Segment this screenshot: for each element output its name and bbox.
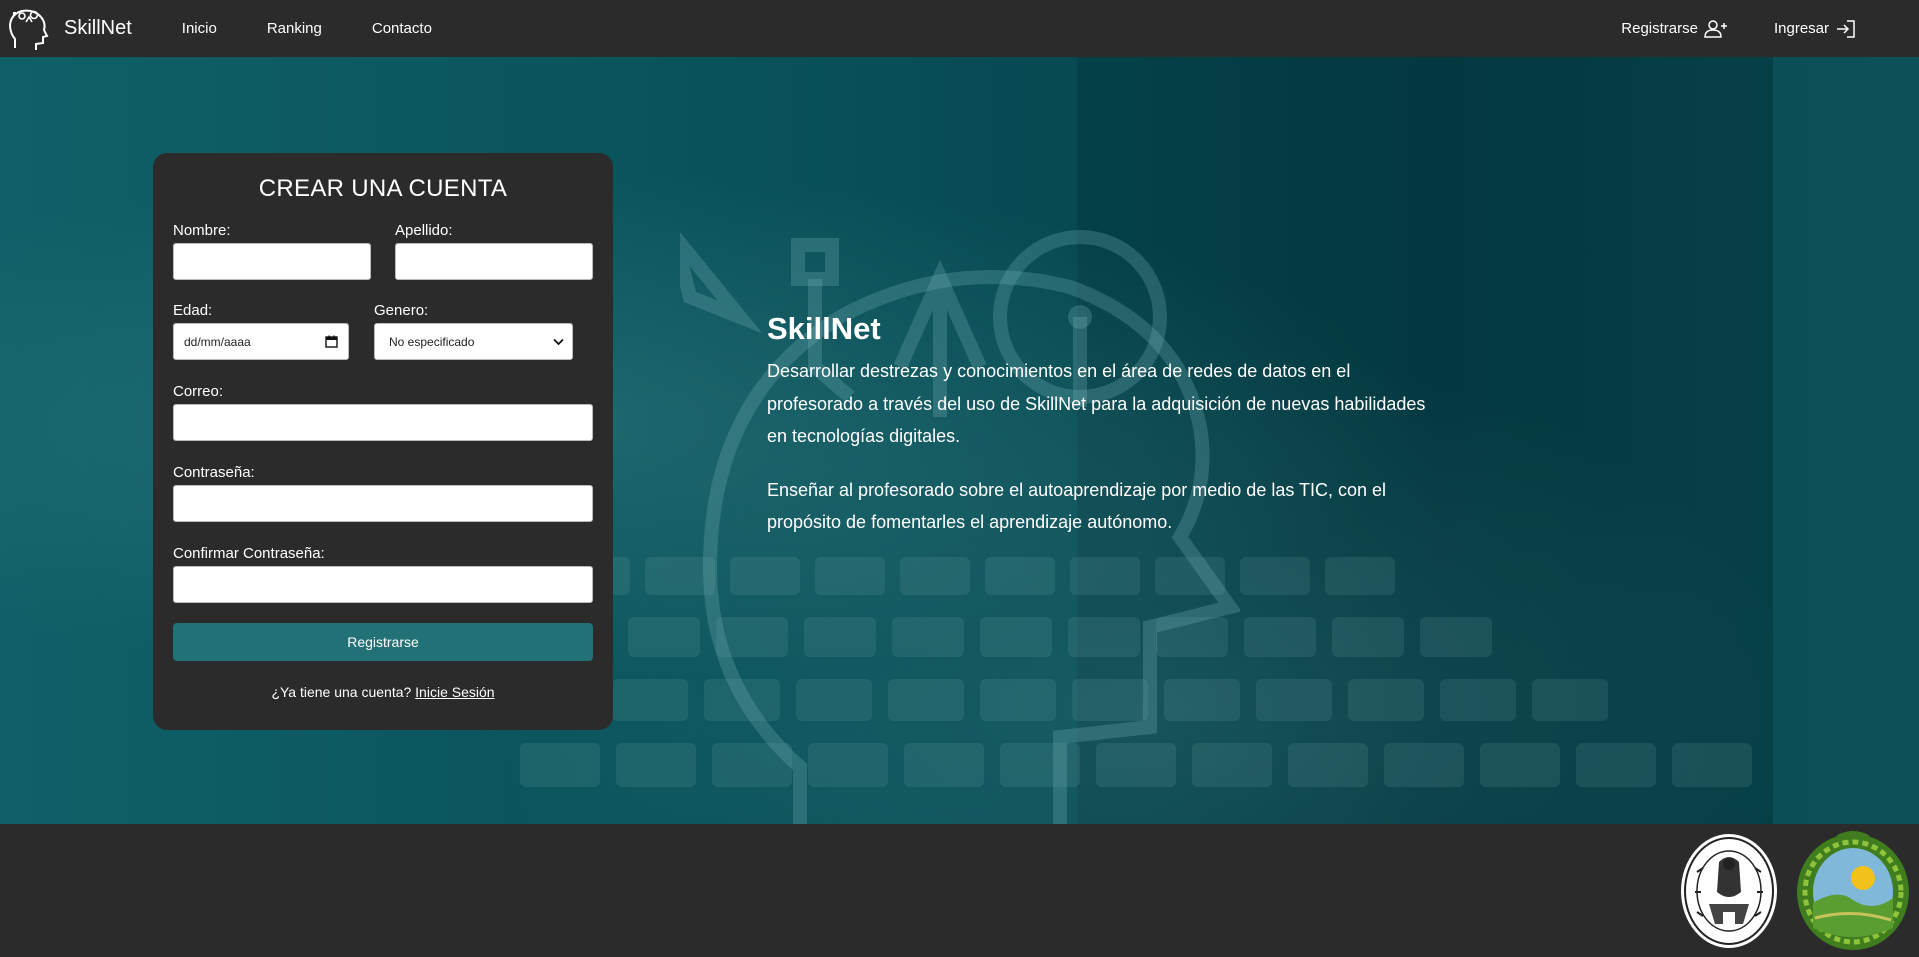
last-name-label: Apellido: xyxy=(395,222,453,239)
nav-inicio[interactable]: Inicio xyxy=(182,20,217,37)
hero-title: SkillNet xyxy=(767,311,881,346)
password-input[interactable] xyxy=(173,485,593,522)
brand[interactable]: SkillNet xyxy=(8,6,132,52)
age-field-group: Edad: dd/mm/aaaa xyxy=(173,302,349,360)
register-submit-button[interactable]: Registrarse xyxy=(173,623,593,661)
nav-register-label: Registrarse xyxy=(1621,20,1698,37)
form-title: CREAR UNA CUENTA xyxy=(258,175,508,202)
age-gender-row: Edad: dd/mm/aaaa Genero: No especificado xyxy=(173,302,593,360)
nav-links: Inicio Ranking Contacto xyxy=(182,20,482,37)
gender-field-group: Genero: No especificado xyxy=(374,302,573,360)
confirm-password-field-group: Confirmar Contraseña: xyxy=(173,545,593,603)
last-name-field-group: Apellido: xyxy=(395,222,593,280)
hero-text-block: SkillNet Desarrollar destrezas y conocim… xyxy=(767,311,1447,560)
hero-section: CREAR UNA CUENTA Nombre: Apellido: Edad:… xyxy=(0,57,1919,824)
email-input[interactable] xyxy=(173,404,593,441)
gender-label: Genero: xyxy=(374,302,429,319)
age-date-placeholder: dd/mm/aaaa xyxy=(184,334,251,349)
chevron-down-icon xyxy=(553,338,564,345)
confirm-password-label: Confirmar Contraseña: xyxy=(173,545,325,562)
password-label: Contraseña: xyxy=(173,464,255,481)
age-label: Edad: xyxy=(173,302,213,319)
first-name-input[interactable] xyxy=(173,243,371,280)
nav-contacto[interactable]: Contacto xyxy=(372,20,432,37)
university-seal-logo xyxy=(1681,834,1777,948)
nav-actions: Registrarse Ingresar xyxy=(1621,0,1919,57)
password-field-group: Contraseña: xyxy=(173,464,593,522)
register-form-card: CREAR UNA CUENTA Nombre: Apellido: Edad:… xyxy=(153,153,613,730)
top-navbar: SkillNet Inicio Ranking Contacto Registr… xyxy=(0,0,1919,57)
confirm-password-input[interactable] xyxy=(173,566,593,603)
first-name-label: Nombre: xyxy=(173,222,231,239)
footer xyxy=(0,824,1919,957)
nav-register-button[interactable]: Registrarse xyxy=(1621,19,1728,39)
have-account-text: ¿Ya tiene una cuenta? xyxy=(271,684,412,700)
age-date-input[interactable]: dd/mm/aaaa xyxy=(173,323,349,360)
first-name-field-group: Nombre: xyxy=(173,222,371,280)
nav-login-button[interactable]: Ingresar xyxy=(1774,19,1857,39)
hero-paragraph-1: Desarrollar destrezas y conocimientos en… xyxy=(767,361,1426,446)
signin-prompt: ¿Ya tiene una cuenta? Inicie Sesión xyxy=(173,684,593,700)
sign-in-icon xyxy=(1837,19,1855,38)
user-plus-icon xyxy=(1704,19,1727,38)
email-field-group: Correo: xyxy=(173,383,593,441)
nav-login-label: Ingresar xyxy=(1773,20,1829,37)
gender-select[interactable]: No especificado xyxy=(374,323,573,360)
name-row: Nombre: Apellido: xyxy=(173,222,593,280)
calendar-icon[interactable] xyxy=(325,335,338,348)
head-gears-icon xyxy=(8,9,49,50)
gender-selected-value: No especificado xyxy=(389,334,475,349)
email-label: Correo: xyxy=(173,383,224,400)
hero-paragraph-2: Enseñar al profesorado sobre el autoapre… xyxy=(767,479,1387,533)
nav-ranking[interactable]: Ranking xyxy=(267,20,322,37)
brand-name: SkillNet xyxy=(64,17,132,39)
province-seal-logo xyxy=(1797,831,1909,950)
last-name-input[interactable] xyxy=(395,243,593,280)
signin-link[interactable]: Inicie Sesión xyxy=(415,684,494,700)
